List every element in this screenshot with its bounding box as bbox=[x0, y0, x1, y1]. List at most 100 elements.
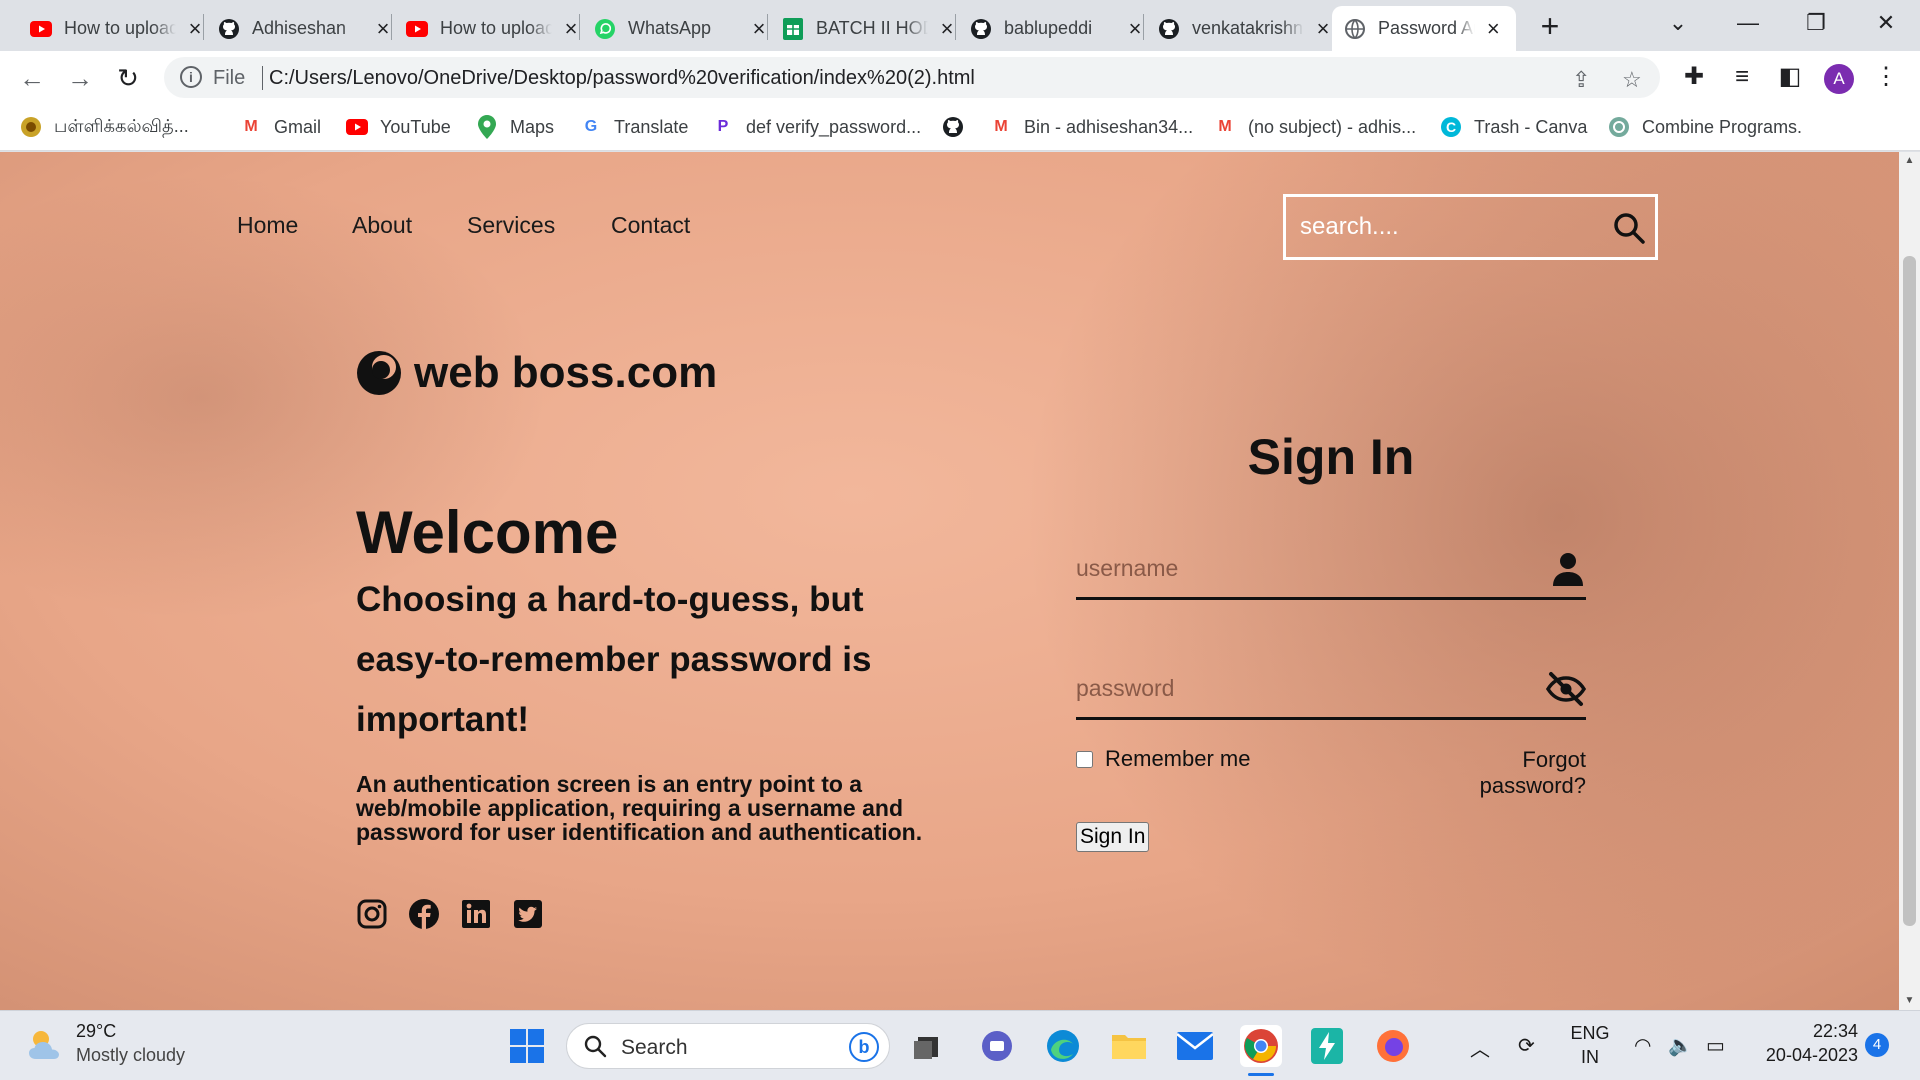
tab-separator bbox=[1143, 14, 1144, 40]
tab-title: Adhiseshan bbox=[252, 18, 347, 38]
search-icon[interactable] bbox=[1612, 211, 1646, 245]
username-input[interactable] bbox=[1076, 538, 1526, 598]
youtube-icon bbox=[30, 18, 52, 40]
bing-icon[interactable]: b bbox=[849, 1032, 879, 1062]
bookmark-item[interactable]: Maps bbox=[476, 114, 554, 140]
tab-separator bbox=[767, 14, 768, 40]
forgot-password-link[interactable]: Forgot password? bbox=[1412, 747, 1586, 799]
password-input[interactable] bbox=[1076, 658, 1526, 718]
linkedin-icon[interactable] bbox=[460, 898, 492, 930]
battery-icon[interactable]: ▭ bbox=[1706, 1033, 1725, 1058]
mail-icon[interactable] bbox=[1174, 1025, 1216, 1067]
profile-avatar[interactable]: A bbox=[1824, 64, 1854, 94]
firefox-icon[interactable] bbox=[1372, 1025, 1414, 1067]
sync-icon[interactable]: ⟳ bbox=[1518, 1033, 1535, 1058]
tab-8-active[interactable]: Password Authentication × bbox=[1332, 6, 1516, 51]
bookmark-item[interactable]: YouTube bbox=[346, 114, 451, 140]
tab-search-icon[interactable]: ⌄ bbox=[1658, 6, 1698, 40]
page-scrollbar[interactable]: ▲ ▼ bbox=[1899, 152, 1920, 1010]
tab-4[interactable]: WhatsApp × bbox=[582, 6, 782, 51]
twitter-icon[interactable] bbox=[512, 898, 544, 930]
language-region[interactable]: IN bbox=[1570, 1047, 1610, 1068]
edge-icon[interactable] bbox=[1042, 1025, 1084, 1067]
cloudy-weather-icon[interactable] bbox=[26, 1025, 66, 1065]
bookmark-item[interactable] bbox=[942, 114, 976, 140]
reload-icon[interactable]: ↻ bbox=[110, 60, 146, 96]
bookmark-item[interactable]: G Translate bbox=[580, 114, 689, 140]
clock-date[interactable]: 20-04-2023 bbox=[1752, 1045, 1858, 1066]
tab-3[interactable]: How to upload × bbox=[394, 6, 594, 51]
emblem-icon bbox=[20, 116, 42, 138]
bookmark-item[interactable]: M Gmail bbox=[240, 114, 321, 140]
bookmark-label: Gmail bbox=[274, 116, 322, 137]
tab-title: How to upload bbox=[64, 18, 176, 38]
youtube-icon bbox=[346, 116, 368, 138]
signin-button[interactable]: Sign In bbox=[1076, 822, 1150, 852]
language-code[interactable]: ENG bbox=[1570, 1023, 1610, 1044]
close-icon[interactable]: × bbox=[1312, 17, 1334, 40]
clock-time[interactable]: 22:34 bbox=[1798, 1021, 1858, 1042]
active-app-indicator bbox=[1248, 1073, 1274, 1076]
restore-icon[interactable]: ❐ bbox=[1796, 6, 1836, 40]
minimize-icon[interactable]: — bbox=[1728, 6, 1768, 40]
scroll-up-icon[interactable]: ▲ bbox=[1899, 152, 1920, 170]
description: An authentication screen is an entry poi… bbox=[356, 771, 923, 845]
eye-slash-icon[interactable] bbox=[1546, 670, 1586, 708]
remember-checkbox[interactable] bbox=[1076, 750, 1093, 768]
whatsapp-icon bbox=[594, 18, 616, 40]
tab-5[interactable]: BATCH II HOD × bbox=[770, 6, 970, 51]
tab-2[interactable]: Adhiseshan × bbox=[206, 6, 406, 51]
file-explorer-icon[interactable] bbox=[1108, 1025, 1150, 1067]
bookmark-item[interactable]: C Trash - Canva bbox=[1440, 114, 1587, 140]
facebook-icon[interactable] bbox=[408, 898, 440, 930]
bookmark-item[interactable]: பள்ளிக்கல்வித்... bbox=[20, 114, 189, 140]
show-hidden-icons[interactable]: ︿ bbox=[1470, 1033, 1490, 1062]
nav-contact[interactable]: Contact bbox=[611, 212, 690, 239]
nav-about[interactable]: About bbox=[352, 212, 412, 239]
instagram-icon[interactable] bbox=[356, 898, 388, 930]
sheets-icon bbox=[782, 17, 804, 40]
page-content: Home About Services Contact web boss.com… bbox=[0, 152, 1899, 1010]
scrollbar-thumb[interactable] bbox=[1903, 256, 1916, 926]
teams-chat-icon[interactable] bbox=[976, 1025, 1018, 1067]
window-close-icon[interactable]: ✕ bbox=[1866, 6, 1906, 40]
side-panel-icon[interactable]: ◧ bbox=[1776, 63, 1804, 91]
menu-icon[interactable]: ⋮ bbox=[1872, 63, 1900, 91]
wifi-icon[interactable]: ◠ bbox=[1634, 1033, 1651, 1058]
scroll-down-icon[interactable]: ▼ bbox=[1899, 992, 1920, 1010]
bolt-app-icon[interactable] bbox=[1306, 1025, 1348, 1067]
tagline: Choosing a hard-to-guess, but easy-to-re… bbox=[356, 580, 872, 739]
address-url[interactable]: C:/Users/Lenovo/OneDrive/Desktop/passwor… bbox=[269, 67, 975, 90]
tab-1[interactable]: How to upload × bbox=[18, 6, 218, 51]
task-view-icon[interactable] bbox=[906, 1025, 948, 1067]
bookmark-item[interactable]: Combine Programs. bbox=[1608, 114, 1802, 140]
back-icon[interactable]: ← bbox=[14, 60, 50, 96]
address-bar[interactable]: i File C:/Users/Lenovo/OneDrive/Desktop/… bbox=[164, 57, 1660, 98]
media-control-icon[interactable]: ≡ bbox=[1728, 63, 1756, 91]
bookmark-item[interactable]: M (no subject) - adhis... bbox=[1214, 114, 1416, 140]
tab-title: Password Authentication bbox=[1378, 18, 1475, 38]
notification-badge[interactable]: 4 bbox=[1865, 1033, 1889, 1057]
volume-icon[interactable]: 🔈 bbox=[1668, 1033, 1693, 1058]
bookmark-item[interactable]: P def verify_password... bbox=[712, 114, 921, 140]
close-icon[interactable]: × bbox=[1483, 17, 1504, 40]
bookmark-item[interactable]: M Bin - adhiseshan34... bbox=[990, 114, 1193, 140]
new-tab-button[interactable]: + bbox=[1532, 8, 1568, 44]
nav-services[interactable]: Services bbox=[467, 212, 555, 239]
bookmark-label: Bin - adhiseshan34... bbox=[1024, 116, 1194, 137]
search-input[interactable] bbox=[1286, 197, 1606, 257]
weather-description: Mostly cloudy bbox=[76, 1045, 186, 1065]
info-icon[interactable]: i bbox=[180, 66, 202, 88]
share-icon[interactable]: ⇪ bbox=[1572, 67, 1590, 93]
taskbar-search[interactable]: Search b bbox=[566, 1023, 890, 1069]
start-button[interactable] bbox=[506, 1025, 548, 1067]
nav-home[interactable]: Home bbox=[237, 212, 298, 239]
bookmark-star-icon[interactable]: ☆ bbox=[1622, 67, 1642, 93]
extensions-icon[interactable]: ✚ bbox=[1680, 63, 1708, 91]
tab-7[interactable]: venkatakrishna × bbox=[1146, 6, 1346, 51]
tab-title: BATCH II HOD bbox=[816, 18, 928, 38]
tab-6[interactable]: bablupeddi × bbox=[958, 6, 1158, 51]
forward-icon[interactable]: → bbox=[62, 60, 98, 96]
remember-me[interactable]: Remember me bbox=[1076, 746, 1250, 772]
chrome-taskbar-icon[interactable] bbox=[1240, 1025, 1282, 1067]
